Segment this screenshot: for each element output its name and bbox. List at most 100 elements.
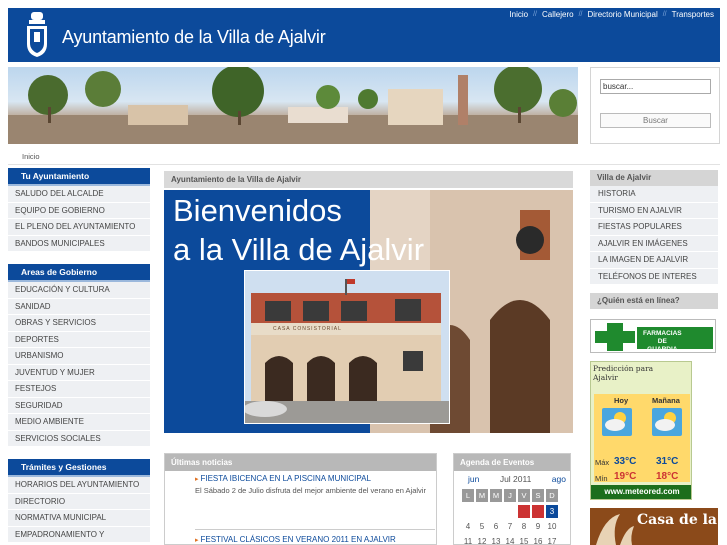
sidebar-item-pleno[interactable]: EL PLENO DEL AYUNTAMIENTO xyxy=(8,219,150,236)
calendar-day-event[interactable] xyxy=(532,505,544,518)
breadcrumb[interactable]: Inicio xyxy=(22,152,40,161)
town-hall-illustration xyxy=(245,271,449,423)
right-item-turismo[interactable]: TURISMO EN AJALVIR xyxy=(590,202,718,219)
calendar-week: 11 12 13 14 15 16 17 xyxy=(462,535,558,544)
nav-link-directorio[interactable]: Directorio Municipal xyxy=(587,10,657,19)
pharmacy-banner[interactable]: FARMACIAS DE GUARDIA xyxy=(590,319,716,353)
sidebar-item-normativa[interactable]: NORMATIVA MUNICIPAL xyxy=(8,510,150,527)
calendar-day-empty xyxy=(490,505,502,518)
weather-widget[interactable]: Predicción para Ajalvir Hoy Mañana Máx M… xyxy=(590,361,692,500)
sidebar-item-saludo[interactable]: SALUDO DEL ALCALDE xyxy=(8,186,150,203)
pharmacy-line: FARMACIAS xyxy=(643,330,682,337)
nav-link-inicio[interactable]: Inicio xyxy=(509,10,528,19)
calendar-day-event[interactable] xyxy=(518,505,530,518)
plaza-illustration xyxy=(8,67,578,144)
calendar-day[interactable]: 13 xyxy=(490,535,502,544)
calendar-next-month[interactable]: ago xyxy=(552,474,566,484)
right-item-imagen[interactable]: LA IMAGEN DE AJALVIR xyxy=(590,252,718,269)
town-hall-photo: CASA CONSISTORIAL xyxy=(244,270,450,424)
right-item-telefonos[interactable]: TELÉFONOS DE INTERES xyxy=(590,268,718,285)
calendar-day[interactable]: 14 xyxy=(504,535,516,544)
calendar-day[interactable]: 15 xyxy=(518,535,530,544)
right-item-historia[interactable]: HISTORIA xyxy=(590,186,718,203)
news-item-text: El Sábado 2 de Julio disfruta del mejor … xyxy=(195,486,426,495)
casa-title: Casa de la xyxy=(637,512,718,528)
nav-link-transportes[interactable]: Transportes xyxy=(672,10,714,19)
sidebar-item-empadronamiento[interactable]: EMPADRONAMIENTO Y xyxy=(8,526,150,543)
sidebar-item-deportes[interactable]: DEPORTES xyxy=(8,331,150,348)
news-item-title[interactable]: FESTIVAL CLÁSICOS EN VERANO 2011 EN AJAL… xyxy=(195,535,395,544)
calendar-day[interactable]: 4 xyxy=(462,520,474,533)
search-button[interactable]: Buscar xyxy=(600,113,711,128)
calendar-day[interactable]: 16 xyxy=(532,535,544,544)
weather-title-line: Ajalvir xyxy=(593,373,618,382)
sidebar-item-obras[interactable]: OBRAS Y SERVICIOS xyxy=(8,315,150,332)
sidebar-item-medio-ambiente[interactable]: MEDIO AMBIENTE xyxy=(8,414,150,431)
right-item-fiestas[interactable]: FIESTAS POPULARES xyxy=(590,219,718,236)
weekday-label: J xyxy=(504,489,516,502)
plaza-banner-image xyxy=(8,67,578,144)
calendar-week: 4 5 6 7 8 9 10 xyxy=(462,520,558,533)
weather-min-label: Mín xyxy=(595,474,608,483)
welcome-title-line1: Bienvenidos xyxy=(173,193,342,228)
site-title: Ayuntamiento de la Villa de Ajalvir xyxy=(62,27,326,47)
nav-separator: // xyxy=(533,11,537,18)
pharmacy-line: GUARDIA xyxy=(647,346,678,353)
content-header: Ayuntamiento de la Villa de Ajalvir xyxy=(164,171,573,188)
sidebar-item-equipo[interactable]: EQUIPO DE GOBIERNO xyxy=(8,202,150,219)
calendar-day[interactable]: 7 xyxy=(504,520,516,533)
sidebar-item-sanidad[interactable]: SANIDAD xyxy=(8,298,150,315)
weather-today-min: 19°C xyxy=(614,471,637,482)
site-header: Ayuntamiento de la Villa de Ajalvir Inic… xyxy=(8,8,720,62)
calendar-day[interactable]: 8 xyxy=(518,520,530,533)
calendar-day[interactable]: 6 xyxy=(490,520,502,533)
calendar-day[interactable]: 11 xyxy=(462,535,474,544)
sidebar-item-bandos[interactable]: BANDOS MUNICIPALES xyxy=(8,235,150,252)
right-item-imagenes[interactable]: AJALVIR EN IMÁGENES xyxy=(590,235,718,252)
coat-of-arms-icon xyxy=(27,12,47,57)
casa-banner[interactable]: Casa de la xyxy=(590,508,718,545)
sidebar-item-urbanismo[interactable]: URBANISMO xyxy=(8,348,150,365)
sidebar-item-festejos[interactable]: FESTEJOS xyxy=(8,381,150,398)
calendar-day[interactable]: 12 xyxy=(476,535,488,544)
section-header-areas: Areas de Gobierno xyxy=(8,264,150,282)
weather-source-link[interactable]: www.meteored.com xyxy=(591,485,691,499)
sidebar-item-juventud[interactable]: JUVENTUD Y MUJER xyxy=(8,364,150,381)
sidebar-item-seguridad[interactable]: SEGURIDAD xyxy=(8,397,150,414)
events-calendar: Agenda de Eventos jun Jul 2011 ago L M M… xyxy=(453,453,571,545)
calendar-day[interactable]: 10 xyxy=(546,520,558,533)
section-header-tramites: Trámites y Gestiones xyxy=(8,459,150,477)
search-panel: Buscar xyxy=(590,67,720,144)
calendar-current-month: Jul 2011 xyxy=(499,474,532,484)
weather-tomorrow-label: Mañana xyxy=(652,396,680,405)
pharmacy-label: FARMACIAS DE GUARDIA xyxy=(643,330,682,354)
villa-header: Villa de Ajalvir xyxy=(590,170,718,186)
calendar-nav: jun Jul 2011 ago xyxy=(454,471,570,484)
news-panel: Últimas noticias FIESTA IBICENCA EN LA P… xyxy=(164,453,437,545)
calendar-day[interactable]: 17 xyxy=(546,535,558,544)
welcome-hero: Bienvenidos a la Villa de Ajalvir CASA C… xyxy=(164,190,573,433)
calendar-day[interactable]: 5 xyxy=(476,520,488,533)
news-item-title[interactable]: FIESTA IBICENCA EN LA PISCINA MUNICIPAL xyxy=(195,474,370,483)
search-input[interactable] xyxy=(600,79,711,94)
sidebar-item-educacion[interactable]: EDUCACIÓN Y CULTURA xyxy=(8,282,150,299)
calendar-prev-month[interactable]: jun xyxy=(468,474,479,484)
nav-separator: // xyxy=(578,11,583,18)
calendar-day[interactable]: 9 xyxy=(532,520,544,533)
calendar-day-empty xyxy=(476,505,488,518)
calendar-day-empty xyxy=(462,505,474,518)
calendar-header: Agenda de Eventos xyxy=(454,454,570,471)
weather-today-max: 33°C xyxy=(614,456,637,467)
sidebar-item-horarios[interactable]: HORARIOS DEL AYUNTAMIENTO xyxy=(8,477,150,494)
weather-today-label: Hoy xyxy=(614,396,629,405)
weather-title: Predicción para Ajalvir xyxy=(593,364,653,382)
breadcrumb-divider xyxy=(8,164,720,165)
nav-link-callejero[interactable]: Callejero xyxy=(542,10,574,19)
sidebar-item-directorio[interactable]: DIRECTORIO xyxy=(8,493,150,510)
weekday-label: D xyxy=(546,489,558,502)
sidebar-item-servicios-sociales[interactable]: SERVICIOS SOCIALES xyxy=(8,430,150,447)
calendar-day-today[interactable]: 3 xyxy=(546,505,558,518)
cloud-sun-icon xyxy=(602,408,632,436)
cloud-sun-icon xyxy=(652,408,682,436)
